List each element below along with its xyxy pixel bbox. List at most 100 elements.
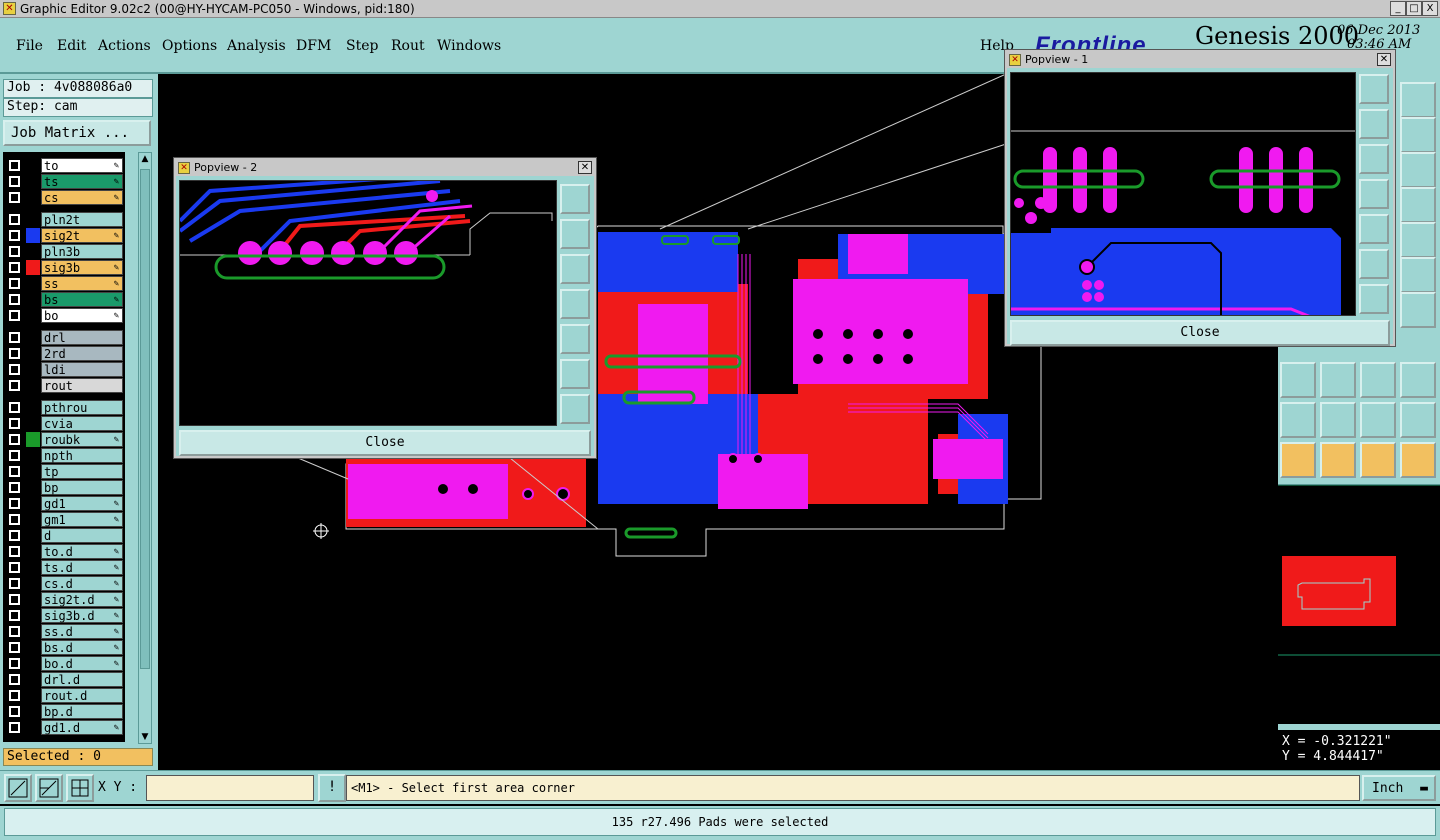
pointer-box-icon[interactable] bbox=[1320, 442, 1356, 478]
grid-icon[interactable] bbox=[66, 774, 94, 802]
layer-row[interactable]: roubk ✎ bbox=[3, 432, 125, 447]
xy-input[interactable] bbox=[146, 775, 314, 801]
menu-file[interactable]: File bbox=[16, 38, 43, 54]
layer-checkbox[interactable] bbox=[9, 674, 20, 685]
layer-row[interactable]: to.d ✎ bbox=[3, 544, 125, 559]
pv2-pan-down-icon[interactable] bbox=[560, 254, 590, 284]
layer-color-swatch[interactable] bbox=[26, 292, 40, 307]
layer-color-swatch[interactable] bbox=[26, 378, 40, 393]
layer-name[interactable]: rout.d bbox=[41, 688, 123, 703]
layer-checkbox[interactable] bbox=[9, 610, 20, 621]
layer-row[interactable]: bs.d ✎ bbox=[3, 640, 125, 655]
menu-analysis[interactable]: Analysis bbox=[227, 38, 286, 54]
layer-name[interactable]: drl.d bbox=[41, 672, 123, 687]
layer-color-swatch[interactable] bbox=[26, 640, 40, 655]
layer-color-swatch[interactable] bbox=[26, 228, 40, 243]
layer-row[interactable]: bo.d ✎ bbox=[3, 656, 125, 671]
layer-color-swatch[interactable] bbox=[26, 158, 40, 173]
layer-name[interactable]: gd1 ✎ bbox=[41, 496, 123, 511]
layer-row[interactable]: ss.d ✎ bbox=[3, 624, 125, 639]
layer-name[interactable]: cvia bbox=[41, 416, 123, 431]
layer-checkbox[interactable] bbox=[9, 578, 20, 589]
layer-color-swatch[interactable] bbox=[26, 688, 40, 703]
scroll-thumb[interactable] bbox=[140, 169, 150, 669]
layer-name[interactable]: cs ✎ bbox=[41, 190, 123, 205]
layer-checkbox[interactable] bbox=[9, 380, 20, 391]
popview-2-close-icon[interactable]: ✕ bbox=[578, 161, 592, 174]
layer-name[interactable]: to ✎ bbox=[41, 158, 123, 173]
popview-1-view[interactable] bbox=[1010, 72, 1356, 316]
layer-checkbox[interactable] bbox=[9, 626, 20, 637]
scroll-down-icon[interactable]: ▼ bbox=[139, 731, 151, 743]
layer-color-swatch[interactable] bbox=[26, 656, 40, 671]
pv2-pan-left-icon[interactable] bbox=[560, 289, 590, 319]
layer-checkbox[interactable] bbox=[9, 418, 20, 429]
layer-row[interactable]: sig2t.d ✎ bbox=[3, 592, 125, 607]
layer-checkbox[interactable] bbox=[9, 466, 20, 477]
copy-icon[interactable] bbox=[1400, 362, 1436, 398]
layer-name[interactable]: gm1 ✎ bbox=[41, 512, 123, 527]
popview-1-titlebar[interactable]: ✕ Popview - 1 ✕ bbox=[1007, 52, 1393, 68]
layer-color-swatch[interactable] bbox=[26, 608, 40, 623]
layer-color-swatch[interactable] bbox=[26, 624, 40, 639]
layer-color-swatch[interactable] bbox=[26, 560, 40, 575]
layer-row[interactable]: d bbox=[3, 528, 125, 543]
split-icon[interactable] bbox=[1400, 117, 1436, 153]
layer-name[interactable]: 2rd bbox=[41, 346, 123, 361]
layer-name[interactable]: bo.d ✎ bbox=[41, 656, 123, 671]
layer-row[interactable]: pln2t bbox=[3, 212, 125, 227]
layer-row[interactable]: gm1 ✎ bbox=[3, 512, 125, 527]
layer-checkbox[interactable] bbox=[9, 722, 20, 733]
popview-1-close-icon[interactable]: ✕ bbox=[1377, 53, 1391, 66]
layer-row[interactable]: sig3b.d ✎ bbox=[3, 608, 125, 623]
pv2-pan-right-icon[interactable] bbox=[560, 324, 590, 354]
layer-name[interactable]: bp.d bbox=[41, 704, 123, 719]
job-matrix-button[interactable]: Job Matrix ... bbox=[3, 120, 151, 146]
draw-tri-icon[interactable] bbox=[1280, 402, 1316, 438]
layer-name[interactable]: pthrou bbox=[41, 400, 123, 415]
layer-row[interactable]: gd1 ✎ bbox=[3, 496, 125, 511]
popview-2-view[interactable] bbox=[179, 180, 557, 426]
pv2-zoom-in-icon[interactable] bbox=[560, 359, 590, 389]
pv2-pan-up-icon[interactable] bbox=[560, 219, 590, 249]
help-icon[interactable] bbox=[1400, 152, 1436, 188]
layer-name[interactable]: sig2t.d ✎ bbox=[41, 592, 123, 607]
layer-checkbox[interactable] bbox=[9, 642, 20, 653]
layer-checkbox[interactable] bbox=[9, 514, 20, 525]
pointer-red-icon[interactable] bbox=[1360, 442, 1396, 478]
layer-row[interactable]: pln3b bbox=[3, 244, 125, 259]
snap-tool-icon[interactable] bbox=[1400, 187, 1436, 223]
select-all-icon[interactable] bbox=[1280, 362, 1316, 398]
layer-name[interactable]: cs.d ✎ bbox=[41, 576, 123, 591]
layer-color-swatch[interactable] bbox=[26, 720, 40, 735]
layer-checkbox[interactable] bbox=[9, 262, 20, 273]
layer-checkbox[interactable] bbox=[9, 690, 20, 701]
close-window-button[interactable]: X bbox=[1422, 1, 1438, 16]
layer-checkbox[interactable] bbox=[9, 332, 20, 343]
layer-color-swatch[interactable] bbox=[26, 330, 40, 345]
move-icon[interactable] bbox=[1360, 362, 1396, 398]
layer-color-swatch[interactable] bbox=[26, 174, 40, 189]
layer-row[interactable]: 2rd bbox=[3, 346, 125, 361]
layer-checkbox[interactable] bbox=[9, 294, 20, 305]
layer-color-swatch[interactable] bbox=[26, 448, 40, 463]
popview-2-titlebar[interactable]: ✕ Popview - 2 ✕ bbox=[176, 160, 594, 176]
layer-name[interactable]: bs ✎ bbox=[41, 292, 123, 307]
layer-checkbox[interactable] bbox=[9, 278, 20, 289]
layer-color-swatch[interactable] bbox=[26, 190, 40, 205]
layer-row[interactable]: npth bbox=[3, 448, 125, 463]
layer-name[interactable]: tp bbox=[41, 464, 123, 479]
layer-name[interactable]: rout bbox=[41, 378, 123, 393]
layer-color-swatch[interactable] bbox=[26, 496, 40, 511]
layer-color-swatch[interactable] bbox=[26, 416, 40, 431]
layer-row[interactable]: cs.d ✎ bbox=[3, 576, 125, 591]
menu-windows[interactable]: Windows bbox=[437, 38, 501, 54]
layer-color-swatch[interactable] bbox=[26, 672, 40, 687]
layer-checkbox[interactable] bbox=[9, 214, 20, 225]
layer-name[interactable]: bo ✎ bbox=[41, 308, 123, 323]
layer-row[interactable]: rout.d bbox=[3, 688, 125, 703]
layer-name[interactable]: bp bbox=[41, 480, 123, 495]
pv1-zoom-out-icon[interactable] bbox=[1359, 284, 1389, 314]
layer-checkbox[interactable] bbox=[9, 230, 20, 241]
pv1-fit-icon[interactable] bbox=[1359, 74, 1389, 104]
